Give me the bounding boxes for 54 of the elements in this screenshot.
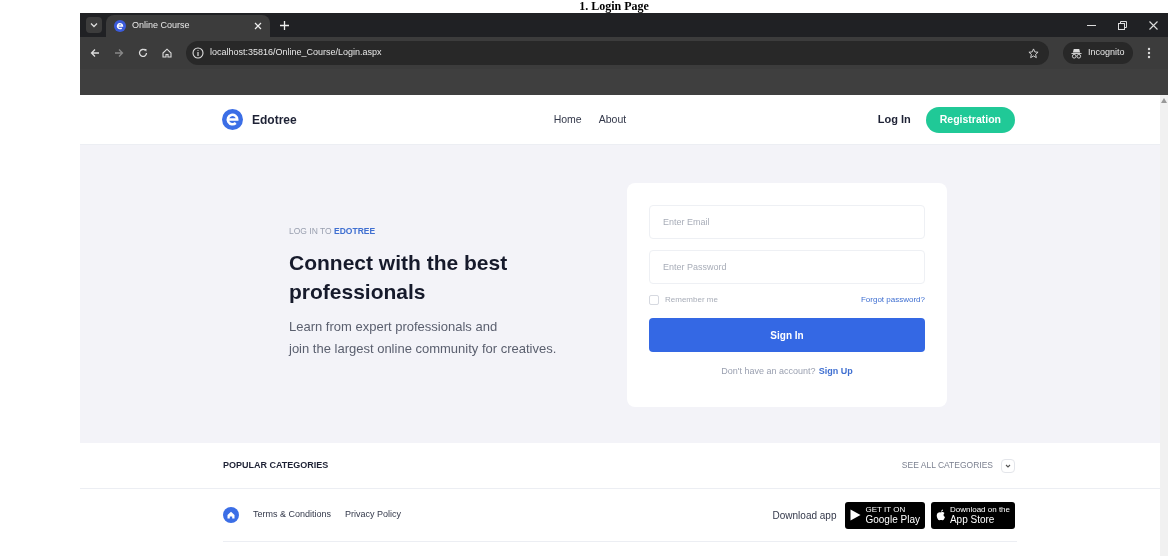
badge-caption: GET IT ON <box>865 504 907 514</box>
profile-label: Incognito <box>1088 46 1125 60</box>
section-title: POPULAR CATEGORIES <box>223 458 329 472</box>
incognito-icon <box>1071 47 1082 59</box>
email-field[interactable]: Enter Email <box>649 205 925 239</box>
back-icon[interactable] <box>90 48 100 58</box>
store-badge[interactable]: Download on the App Store <box>930 501 1015 529</box>
nav-link[interactable]: Home <box>553 111 582 128</box>
incognito-chip[interactable]: Incognito <box>1063 42 1133 64</box>
hero-description: Learn from expert professionals and <box>289 317 499 336</box>
chevron-down-icon <box>90 21 98 29</box>
password-field[interactable]: Enter Password <box>649 250 925 284</box>
apple-icon <box>935 509 946 521</box>
tab-favicon-icon <box>114 20 126 32</box>
close-icon[interactable] <box>1149 21 1158 30</box>
reload-icon[interactable] <box>138 48 148 58</box>
address-bar[interactable]: localhost:35816/Online_Course/Login.aspx <box>186 41 1049 65</box>
see-all-link[interactable]: SEE ALL CATEGORIES <box>901 459 993 472</box>
badge-store-name: Google Play <box>865 513 920 526</box>
chevron-down-icon <box>1005 462 1011 469</box>
hero-description: join the largest online community for creatives. <box>289 339 558 358</box>
forward-icon[interactable] <box>114 48 124 58</box>
hero-heading: Connect with the best professionals <box>289 249 509 305</box>
close-icon[interactable] <box>254 22 262 30</box>
forgot-password-link[interactable]: Forgot password? <box>860 294 925 306</box>
menu-icon[interactable] <box>1146 47 1151 59</box>
footer-link[interactable]: Privacy Policy <box>345 508 402 522</box>
url-text: localhost:35816/Online_Course/Login.aspx <box>210 46 383 60</box>
star-icon[interactable] <box>1028 47 1039 59</box>
brand-name: Edotree <box>252 111 297 129</box>
sign-in-button[interactable]: Sign In <box>649 318 925 352</box>
eyebrow-text: LOG IN TO EDOTREE <box>289 225 377 238</box>
tab-list-button[interactable] <box>86 17 102 33</box>
sign-up-link[interactable]: Sign Up <box>818 365 853 379</box>
remember-label: Remember me <box>665 294 718 306</box>
home-icon[interactable] <box>223 507 239 523</box>
restore-icon[interactable] <box>1118 21 1127 30</box>
signup-prompt: Don't have an account? <box>721 365 816 378</box>
play-store-icon <box>850 509 862 521</box>
nav-link[interactable]: About <box>598 111 627 128</box>
brand-logo-icon <box>222 109 243 130</box>
log-in-link[interactable]: Log In <box>877 111 911 128</box>
new-tab-icon[interactable] <box>280 21 289 30</box>
footer-link[interactable]: Terms & Conditions <box>253 508 332 522</box>
document-title: 1. Login Page <box>579 0 649 13</box>
browser-tab[interactable]: Online Course <box>106 15 270 37</box>
remember-checkbox[interactable] <box>649 295 659 305</box>
info-icon[interactable] <box>192 47 204 59</box>
badge-caption: Download on the <box>949 504 1010 514</box>
store-badge[interactable]: GET IT ON Google Play <box>845 501 925 529</box>
home-icon[interactable] <box>162 48 172 58</box>
badge-store-name: App Store <box>949 513 996 526</box>
download-label: Download app <box>772 508 837 523</box>
tab-title: Online Course <box>132 19 191 33</box>
